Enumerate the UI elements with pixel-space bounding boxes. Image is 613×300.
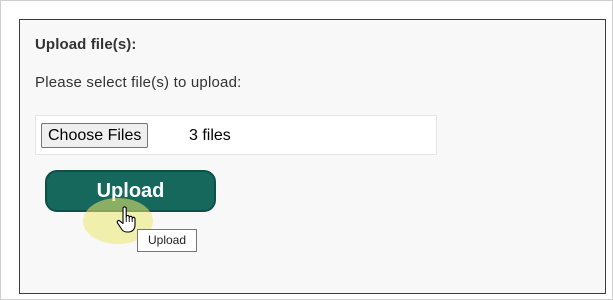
form-heading: Upload file(s): [35,36,137,53]
form-prompt: Please select file(s) to upload: [35,74,242,91]
choose-files-button[interactable]: Choose Files [41,123,149,148]
upload-form-panel: Upload file(s): Please select file(s) to… [19,19,606,294]
upload-button[interactable]: Upload [45,170,216,212]
screenshot-frame: Upload file(s): Please select file(s) to… [0,0,613,300]
upload-tooltip: Upload [137,229,198,252]
file-count-status: 3 files [189,127,231,144]
file-input[interactable]: Choose Files 3 files [35,115,437,155]
